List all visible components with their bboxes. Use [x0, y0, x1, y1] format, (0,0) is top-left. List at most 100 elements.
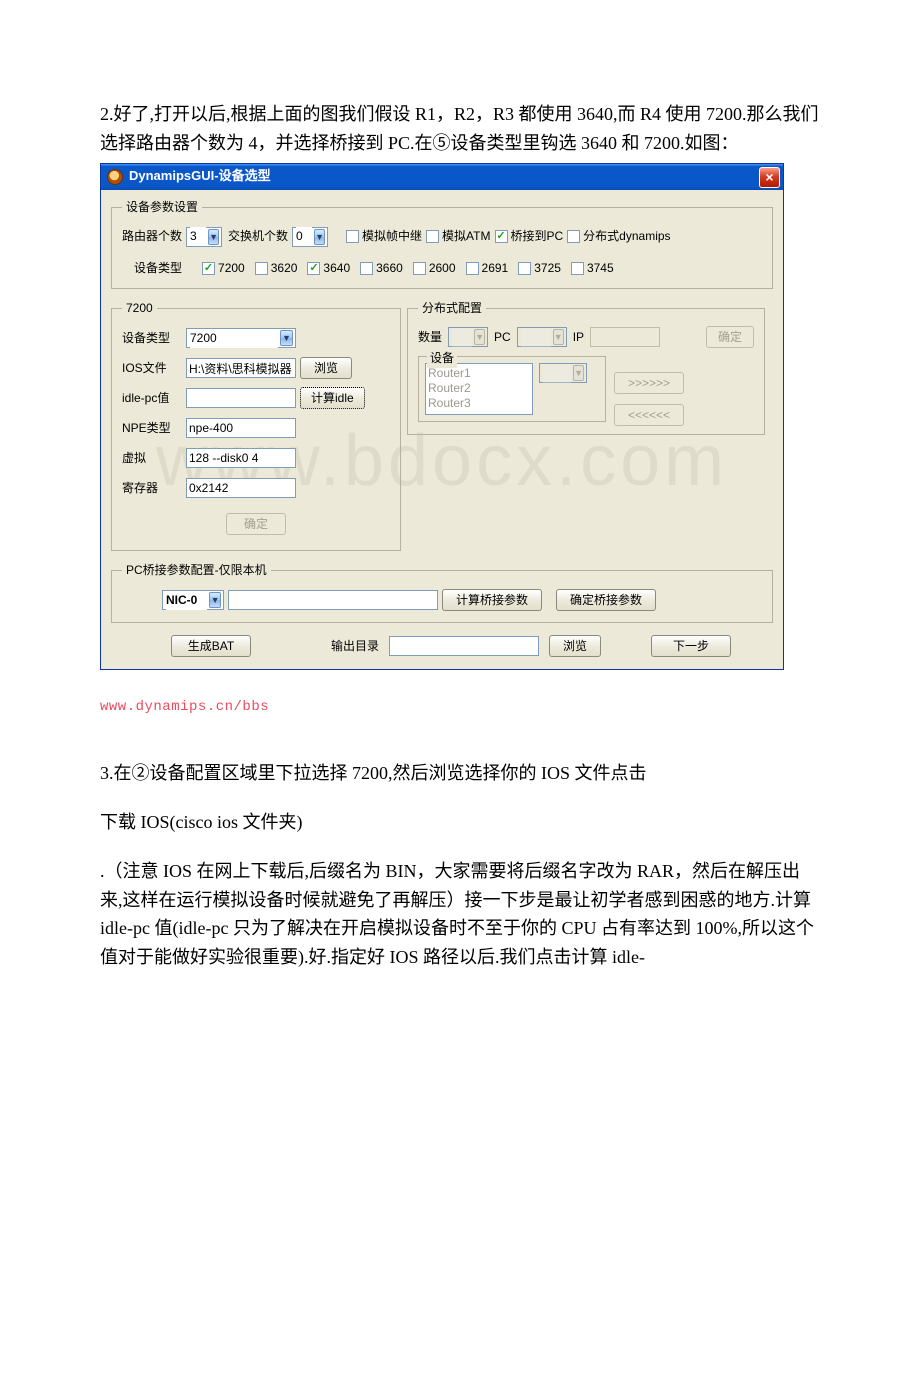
input-output-dir-value[interactable]	[390, 637, 538, 655]
select-switch-count[interactable]: ▼	[292, 227, 328, 247]
browse-ios-button[interactable]: 浏览	[300, 357, 352, 379]
paragraph-3a: 3.在②设备配置区域里下拉选择 7200,然后浏览选择你的 IOS 文件点击	[100, 759, 820, 788]
browse-output-button[interactable]: 浏览	[549, 635, 601, 657]
checkbox-3745[interactable]: 3745	[571, 259, 614, 278]
select-switch-count-value[interactable]	[296, 227, 312, 246]
checkbox-atm[interactable]: 模拟ATM	[426, 227, 490, 246]
input-idle-pc[interactable]	[186, 388, 296, 408]
checkbox-3640[interactable]: ✓3640	[307, 259, 350, 278]
checkbox-dist-dynamips[interactable]: 分布式dynamips	[567, 227, 670, 246]
chevron-down-icon: ▼	[474, 329, 485, 345]
select-pc-value	[521, 328, 551, 347]
select-qty: ▼	[448, 327, 488, 347]
group-distributed: 分布式配置 数量 ▼ PC ▼ IP	[407, 299, 765, 435]
input-bridge-param[interactable]	[228, 590, 438, 610]
group-device-inner: 设备 Router1 Router2 Router3 ▼	[418, 356, 606, 422]
label-router-count: 路由器个数	[122, 227, 182, 246]
device-list: Router1 Router2 Router3	[425, 363, 533, 415]
group-distributed-legend: 分布式配置	[418, 299, 486, 318]
close-button[interactable]: ×	[759, 167, 780, 188]
chevron-down-icon: ▼	[573, 365, 584, 381]
paragraph-3b: 下载 IOS(cisco ios 文件夹)	[100, 808, 820, 837]
select-pc: ▼	[517, 327, 567, 347]
select-device-type[interactable]: ▼	[186, 328, 296, 348]
list-item: Router2	[428, 381, 530, 396]
group-pc-bridge-legend: PC桥接参数配置-仅限本机	[122, 561, 271, 580]
row-device-types: 设备类型 ✓7200 3620 ✓3640 3660 2600 2691 372…	[122, 259, 762, 278]
list-item: Router1	[428, 366, 530, 381]
ok-7200-button: 确定	[226, 513, 286, 535]
list-item: Router3	[428, 396, 530, 411]
move-left-button: <<<<<<	[614, 404, 684, 426]
input-ip	[590, 327, 660, 347]
calc-idle-button[interactable]: 计算idle	[300, 387, 365, 409]
confirm-bridge-button[interactable]: 确定桥接参数	[556, 589, 656, 611]
input-npe-type[interactable]	[186, 418, 296, 438]
select-qty-value	[452, 328, 472, 347]
checkbox-3660[interactable]: 3660	[360, 259, 403, 278]
paragraph-2: 2.好了,打开以后,根据上面的图我们假设 R1，R2，R3 都使用 3640,而…	[100, 100, 820, 158]
select-router-count[interactable]: ▼	[186, 227, 222, 247]
input-npe-type-value[interactable]	[187, 419, 295, 437]
input-ios-file[interactable]	[186, 358, 296, 378]
input-register-value[interactable]	[187, 479, 295, 497]
chevron-down-icon[interactable]: ▼	[280, 330, 293, 346]
checkbox-2691[interactable]: 2691	[466, 259, 509, 278]
group-device-inner-legend: 设备	[427, 349, 457, 368]
select-device-slot-value	[543, 364, 571, 383]
row-counts: 路由器个数 ▼ 交换机个数 ▼ 模拟帧中继 模拟ATM ✓桥接到PC 分布式dy…	[122, 225, 762, 249]
checkbox-frame-relay[interactable]: 模拟帧中继	[346, 227, 422, 246]
input-output-dir[interactable]	[389, 636, 539, 656]
input-virtual[interactable]	[186, 448, 296, 468]
input-ip-value	[591, 328, 659, 346]
next-button[interactable]: 下一步	[651, 635, 731, 657]
group-7200: 7200 设备类型 ▼ IOS文件 浏览	[111, 299, 401, 551]
label-device-type-header: 设备类型	[134, 259, 182, 278]
group-pc-bridge: PC桥接参数配置-仅限本机 ▼ 计算桥接参数 确定桥接参数	[111, 561, 773, 623]
checkbox-3725[interactable]: 3725	[518, 259, 561, 278]
chevron-down-icon[interactable]: ▼	[209, 592, 221, 608]
label-switch-count: 交换机个数	[228, 227, 288, 246]
chevron-down-icon[interactable]: ▼	[314, 229, 325, 245]
checkbox-2600[interactable]: 2600	[413, 259, 456, 278]
select-device-type-value[interactable]	[190, 329, 278, 348]
checkbox-bridge-pc[interactable]: ✓桥接到PC	[495, 227, 564, 246]
dynamips-url: www.dynamips.cn/bbs	[100, 699, 269, 715]
move-right-button: >>>>>>	[614, 372, 684, 394]
group-7200-legend: 7200	[122, 299, 157, 318]
select-nic-value[interactable]	[166, 591, 207, 610]
input-ios-file-value[interactable]	[187, 359, 295, 377]
calc-bridge-button[interactable]: 计算桥接参数	[442, 589, 542, 611]
input-virtual-value[interactable]	[187, 449, 295, 467]
chevron-down-icon[interactable]: ▼	[208, 229, 219, 245]
select-router-count-value[interactable]	[190, 227, 206, 246]
label-pc: PC	[494, 328, 511, 347]
close-icon: ×	[765, 170, 773, 184]
generate-bat-button[interactable]: 生成BAT	[171, 635, 251, 657]
checkbox-7200[interactable]: ✓7200	[202, 259, 245, 278]
label-virtual: 虚拟	[122, 449, 182, 468]
row-bottom: 生成BAT 输出目录 浏览 下一步	[111, 635, 773, 657]
titlebar: DynamipsGUI-设备选型 ×	[101, 164, 783, 190]
app-icon	[107, 169, 123, 185]
label-npe-type: NPE类型	[122, 419, 182, 438]
label-idle-pc: idle-pc值	[122, 389, 182, 408]
label-register: 寄存器	[122, 479, 182, 498]
label-device-type: 设备类型	[122, 329, 182, 348]
select-nic[interactable]: ▼	[162, 590, 224, 610]
input-register[interactable]	[186, 478, 296, 498]
group-device-params: 设备参数设置 路由器个数 ▼ 交换机个数 ▼ 模拟帧中继 模拟ATM	[111, 198, 773, 289]
ok-dist-button: 确定	[706, 326, 754, 348]
label-ip: IP	[573, 328, 584, 347]
input-idle-pc-value[interactable]	[187, 389, 295, 407]
window-title: DynamipsGUI-设备选型	[129, 166, 271, 187]
select-device-slot: ▼	[539, 363, 587, 383]
input-bridge-param-value[interactable]	[229, 591, 437, 609]
chevron-down-icon: ▼	[553, 329, 564, 345]
label-output-dir: 输出目录	[331, 637, 379, 656]
label-ios-file: IOS文件	[122, 359, 182, 378]
paragraph-3c: .（注意 IOS 在网上下载后,后缀名为 BIN，大家需要将后缀名字改为 RAR…	[100, 857, 820, 972]
label-qty: 数量	[418, 328, 442, 347]
checkbox-3620[interactable]: 3620	[255, 259, 298, 278]
group-device-params-legend: 设备参数设置	[122, 198, 202, 217]
